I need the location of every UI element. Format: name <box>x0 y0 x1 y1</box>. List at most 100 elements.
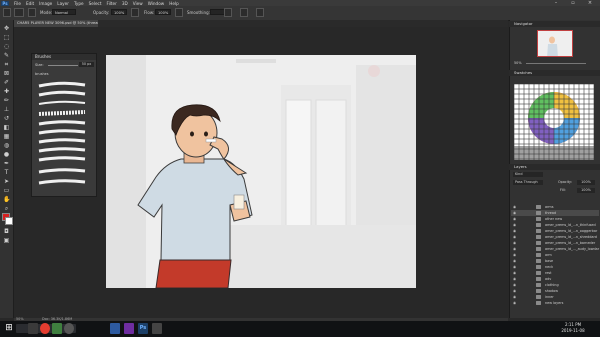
photoshop-taskbar-icon[interactable]: Ps <box>138 323 148 334</box>
brush-panel-toggle-icon[interactable] <box>28 8 36 17</box>
visibility-eye-icon[interactable]: ◉ <box>513 235 517 239</box>
visibility-eye-icon[interactable]: ◉ <box>513 259 517 263</box>
visibility-eye-icon[interactable]: ◉ <box>513 253 517 257</box>
layer-fill-field[interactable]: 100% <box>577 188 595 193</box>
document-tab[interactable]: CHAR5 PLAYER NEW 3096.psd @ 50% (thread,… <box>14 20 98 27</box>
menu-layer[interactable]: Layer <box>57 1 69 6</box>
shape-tool-icon[interactable]: ▭ <box>3 187 10 194</box>
visibility-eye-icon[interactable]: ◉ <box>513 283 517 287</box>
flow-field[interactable]: 100% <box>155 9 171 15</box>
folder-icon <box>536 283 541 287</box>
folder-icon <box>536 295 541 299</box>
layers-panel-header[interactable]: Layers <box>509 164 600 170</box>
folder-icon <box>536 289 541 293</box>
brush-folder-label[interactable]: brushes <box>35 72 48 76</box>
mode-select[interactable]: Normal <box>52 9 76 15</box>
menu-window[interactable]: Window <box>148 1 165 6</box>
path-selection-tool-icon[interactable]: ➤ <box>3 178 10 185</box>
chrome-icon[interactable] <box>40 323 50 334</box>
quick-mask-icon[interactable]: ◘ <box>3 228 10 235</box>
menu-file[interactable]: File <box>14 1 21 6</box>
brush-size-picker[interactable] <box>14 8 24 17</box>
brushes-panel-title[interactable]: Brushes <box>32 54 96 60</box>
obs-icon[interactable] <box>64 323 74 334</box>
app-icon-blue[interactable] <box>110 323 120 334</box>
symmetry-icon[interactable] <box>256 8 264 17</box>
navigator-panel-header[interactable]: Navigator <box>509 21 600 27</box>
menu-type[interactable]: Type <box>74 1 84 6</box>
swatch-color-grid[interactable] <box>514 84 594 160</box>
visibility-eye-icon[interactable]: ◉ <box>513 223 517 227</box>
visibility-eye-icon[interactable]: ◉ <box>513 295 517 299</box>
brush-size-slider[interactable] <box>48 65 78 66</box>
navigator-thumbnail[interactable] <box>537 30 573 57</box>
swatches-panel-header[interactable]: Swatches <box>509 70 600 76</box>
visibility-eye-icon[interactable]: ◉ <box>513 301 517 305</box>
history-brush-tool-icon[interactable]: ↺ <box>3 115 10 122</box>
task-view-icon[interactable] <box>28 323 38 334</box>
document-canvas[interactable] <box>106 55 416 288</box>
menu-edit[interactable]: Edit <box>26 1 34 6</box>
healing-brush-tool-icon[interactable]: ✚ <box>3 88 10 95</box>
hand-tool-icon[interactable]: ✋ <box>3 196 10 203</box>
type-tool-icon[interactable]: T <box>3 169 10 176</box>
zoom-tool-icon[interactable]: ⌕ <box>3 205 10 212</box>
pressure-size-icon[interactable] <box>240 8 248 17</box>
menu-select[interactable]: Select <box>89 1 102 6</box>
folder-icon <box>536 235 541 239</box>
pen-tool-icon[interactable]: ✒ <box>3 160 10 167</box>
visibility-eye-icon[interactable]: ◉ <box>513 217 517 221</box>
quick-select-tool-icon[interactable]: ✎ <box>3 52 10 59</box>
frame-tool-icon[interactable]: ⊠ <box>3 70 10 77</box>
opacity-field[interactable]: 100% <box>111 9 127 15</box>
visibility-eye-icon[interactable]: ◉ <box>513 265 517 269</box>
visibility-eye-icon[interactable]: ◉ <box>513 277 517 281</box>
menu-image[interactable]: Image <box>39 1 52 6</box>
layer-opacity-field[interactable]: 100% <box>577 180 595 185</box>
smoothing-settings-icon[interactable] <box>224 8 232 17</box>
move-tool-icon[interactable]: ✥ <box>3 25 10 32</box>
menu-view[interactable]: View <box>133 1 143 6</box>
visibility-eye-icon[interactable]: ◉ <box>513 271 517 275</box>
blur-tool-icon[interactable]: ◍ <box>3 142 10 149</box>
visibility-eye-icon[interactable]: ◉ <box>513 211 517 215</box>
background-color-swatch[interactable] <box>5 217 13 225</box>
brush-size-field[interactable]: 50 px <box>79 62 94 67</box>
lasso-tool-icon[interactable]: ◌ <box>3 43 10 50</box>
dodge-tool-icon[interactable]: ● <box>3 151 10 158</box>
brush-tool-preset-icon[interactable] <box>3 8 11 17</box>
layer-blend-mode-select[interactable]: Pass Through <box>513 180 543 185</box>
crop-tool-icon[interactable]: ⌗ <box>3 61 10 68</box>
windows-taskbar <box>0 321 600 337</box>
airbrush-icon[interactable] <box>175 8 183 17</box>
visibility-eye-icon[interactable]: ◉ <box>513 229 517 233</box>
gradient-tool-icon[interactable]: ▦ <box>3 133 10 140</box>
screen-mode-icon[interactable]: ▣ <box>3 237 10 244</box>
navigator-zoom-slider[interactable] <box>526 63 586 64</box>
visibility-eye-icon[interactable]: ◉ <box>513 247 517 251</box>
opacity-label: Opacity: <box>93 10 110 15</box>
menu-filter[interactable]: Filter <box>106 1 116 6</box>
eraser-tool-icon[interactable]: ◧ <box>3 124 10 131</box>
system-clock[interactable]: 2:11 PM 2019-11-08 <box>553 322 593 334</box>
app-icon-gray[interactable] <box>152 323 162 334</box>
visibility-eye-icon[interactable]: ◉ <box>513 289 517 293</box>
eyedropper-tool-icon[interactable]: ✐ <box>3 79 10 86</box>
windows-start-icon[interactable]: ⊞ <box>4 323 14 334</box>
menu-help[interactable]: Help <box>169 1 179 6</box>
brush-tool-icon[interactable]: ✏ <box>3 97 10 104</box>
app-icon-purple[interactable] <box>124 323 134 334</box>
pressure-opacity-icon[interactable] <box>131 8 139 17</box>
app-icon-green[interactable] <box>52 323 62 334</box>
marquee-tool-icon[interactable]: ⬚ <box>3 34 10 41</box>
navigator-zoom[interactable]: 50% <box>514 61 522 65</box>
layer-row[interactable]: ◉ new layers <box>511 300 599 306</box>
menu-3d[interactable]: 3D <box>122 1 128 6</box>
visibility-eye-icon[interactable]: ◉ <box>513 205 517 209</box>
layers-list: ◉ arms ◉ thread ◉ other new ◉ amer_prems_ld_… <box>511 204 599 318</box>
visibility-eye-icon[interactable]: ◉ <box>513 241 517 245</box>
layer-filter-kind[interactable]: Kind <box>513 172 543 177</box>
brush-stroke-previews[interactable] <box>37 80 87 192</box>
folder-icon <box>536 301 541 305</box>
clone-stamp-tool-icon[interactable]: ⊥ <box>3 106 10 113</box>
